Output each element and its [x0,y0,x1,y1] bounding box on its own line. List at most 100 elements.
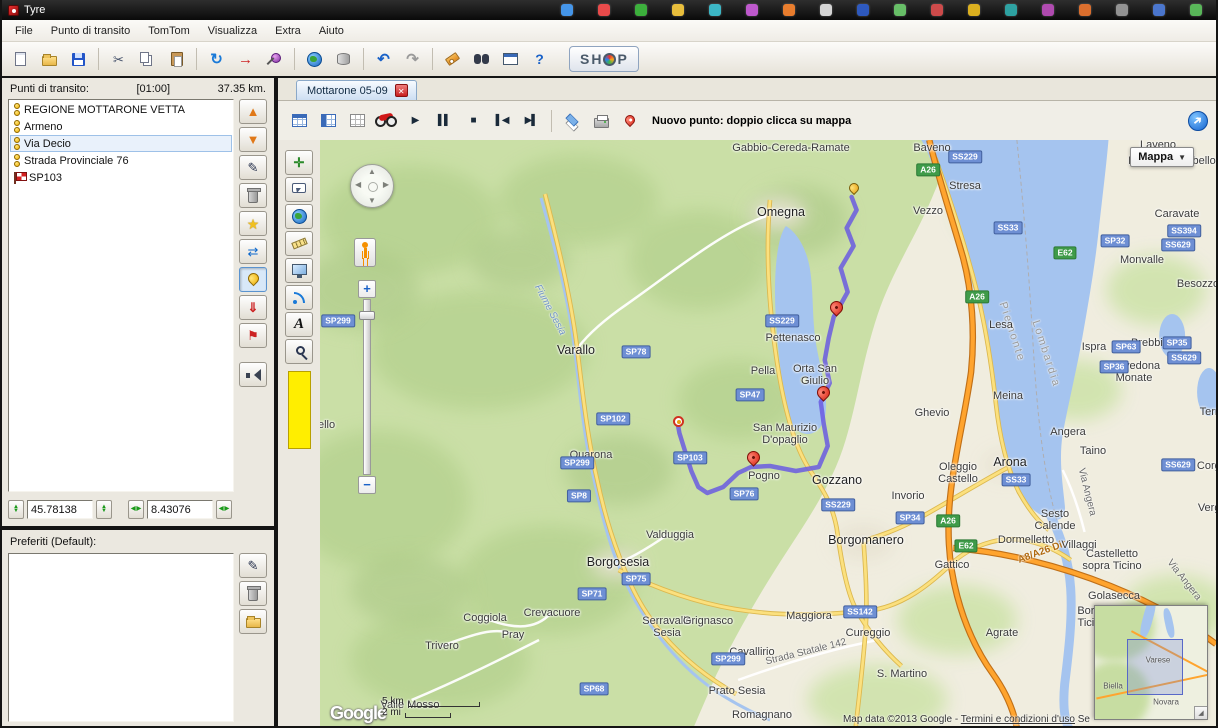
pause-button[interactable]: ▌▌ [431,109,457,133]
insert-waypoint-button[interactable]: ⇓ [239,295,267,320]
delete-favorite-button[interactable] [239,581,267,606]
print-button[interactable] [588,109,614,133]
sync-view-button[interactable]: ➔ [1188,111,1208,131]
send-to-tomtom-button[interactable]: → [232,46,259,72]
search-button[interactable] [468,46,495,72]
transit-item[interactable]: Strada Provinciale 76 [10,152,232,169]
pause-icon: ▌▌ [438,116,450,126]
zoom-handle[interactable] [359,311,375,320]
undo-button[interactable]: ↶ [370,46,397,72]
favorite-add-button[interactable]: ★ [239,211,267,236]
transit-item-label: SP103 [29,172,62,184]
menu-tomtom[interactable]: TomTom [139,22,199,40]
overview-map[interactable]: VareseBiellaNovara ◢ [1094,605,1208,720]
map-canvas[interactable]: PiemonteLombardiaFiume SesiaVia AngeraSt… [320,140,1216,728]
flag-icon [14,172,25,184]
roadbook-button[interactable] [315,109,341,133]
terms-link[interactable]: Termini e condizioni d'uso [961,714,1075,725]
database-button[interactable] [330,46,357,72]
motorcycle-button[interactable] [373,109,399,133]
web-button[interactable] [301,46,328,72]
end-flag-button[interactable]: ⚑ [239,323,267,348]
map-side-toolbar: ✛ A [278,140,320,728]
tab-close-icon[interactable]: ✕ [395,84,408,97]
taskbar-icon [1079,4,1091,16]
delete-waypoint-button[interactable] [239,183,267,208]
pan-up-icon[interactable]: ▲ [368,167,376,176]
help-button[interactable]: ? [526,46,553,72]
layers-button[interactable] [559,109,585,133]
edit-waypoint-button[interactable]: ✎ [239,155,267,180]
transit-item[interactable]: Via Decio [10,135,232,152]
transit-item[interactable]: SP103 [10,169,232,186]
pan-down-icon[interactable]: ▼ [368,196,376,205]
sound-button[interactable] [239,362,267,387]
zoom-out-button[interactable]: − [358,476,376,494]
menu-aiuto[interactable]: Aiuto [310,22,353,40]
transit-item[interactable]: REGIONE MOTTARONE VETTA [10,101,232,118]
magnifier-button[interactable] [285,339,313,364]
pan-left-icon[interactable]: ◀ [355,180,361,189]
undo-icon: ↶ [377,52,390,67]
pushpin-icon [267,52,282,67]
refresh-button[interactable]: ↻ [203,46,230,72]
menu-punto-di-transito[interactable]: Punto di transito [42,22,140,40]
labels-button[interactable]: A [285,312,313,337]
pan-control[interactable]: ▲ ▼ ◀ ▶ [350,164,394,208]
zoom-slider[interactable] [363,299,371,475]
measure-button[interactable] [285,231,313,256]
longitude-field[interactable] [147,500,213,519]
lat-spin-left[interactable]: ▲▼ [8,500,24,519]
comment-button[interactable] [285,177,313,202]
transit-item[interactable]: Armeno [10,118,232,135]
menu-file[interactable]: File [6,22,42,40]
taskbar-icon [746,4,758,16]
new-route-button[interactable] [7,46,34,72]
favorites-list[interactable] [8,553,234,722]
pan-right-icon[interactable]: ▶ [383,180,389,189]
waypoint-marker-button[interactable] [239,267,267,292]
lon-spin-right[interactable]: ◀▶ [216,500,232,519]
menu-extra[interactable]: Extra [266,22,310,40]
lon-spin-left[interactable]: ◀▶ [128,500,144,519]
gps-button[interactable] [285,285,313,310]
save-button[interactable] [65,46,92,72]
copy-button[interactable] [134,46,161,72]
tab-mottarone[interactable]: Mottarone 05-09 ✕ [296,80,417,100]
new-point-button[interactable] [617,109,643,133]
map-type-button[interactable]: Mappa ▼ [1130,147,1194,167]
transit-list[interactable]: REGIONE MOTTARONE VETTAArmenoVia DecioSt… [8,99,234,492]
pin-button[interactable] [261,46,288,72]
lat-spin-right[interactable]: ▲▼ [96,500,112,519]
move-down-button[interactable]: ▼ [239,127,267,152]
zoom-in-button[interactable]: + [358,280,376,298]
toolbar-separator [294,48,295,70]
tag-button[interactable] [439,46,466,72]
globe-button[interactable] [285,204,313,229]
previous-button[interactable]: ▌◀ [489,109,515,133]
open-favorites-button[interactable] [239,609,267,634]
redo-button[interactable]: ↷ [399,46,426,72]
open-button[interactable] [36,46,63,72]
play-button[interactable]: ▶ [402,109,428,133]
move-up-button[interactable]: ▲ [239,99,267,124]
grid-view-button[interactable] [344,109,370,133]
google-logo: Google [330,703,386,724]
minimap-toggle[interactable]: ◢ [1194,706,1207,719]
scale-mi-label: 2 mi [382,707,401,718]
shop-button[interactable]: SHP [569,46,639,72]
stop-button[interactable]: ■ [460,109,486,133]
pegman-control[interactable] [354,238,376,267]
tag-icon [445,52,460,66]
screenshot-button[interactable] [285,258,313,283]
menu-visualizza[interactable]: Visualizza [199,22,266,40]
edit-favorite-button[interactable]: ✎ [239,553,267,578]
paste-button[interactable] [163,46,190,72]
itinerary-button[interactable] [286,109,312,133]
resize-button[interactable]: ✛ [285,150,313,175]
cut-button[interactable]: ✂ [105,46,132,72]
window-layout-button[interactable] [497,46,524,72]
next-button[interactable]: ▶▌ [518,109,544,133]
swap-button[interactable]: ⇄ [239,239,267,264]
latitude-field[interactable] [27,500,93,519]
